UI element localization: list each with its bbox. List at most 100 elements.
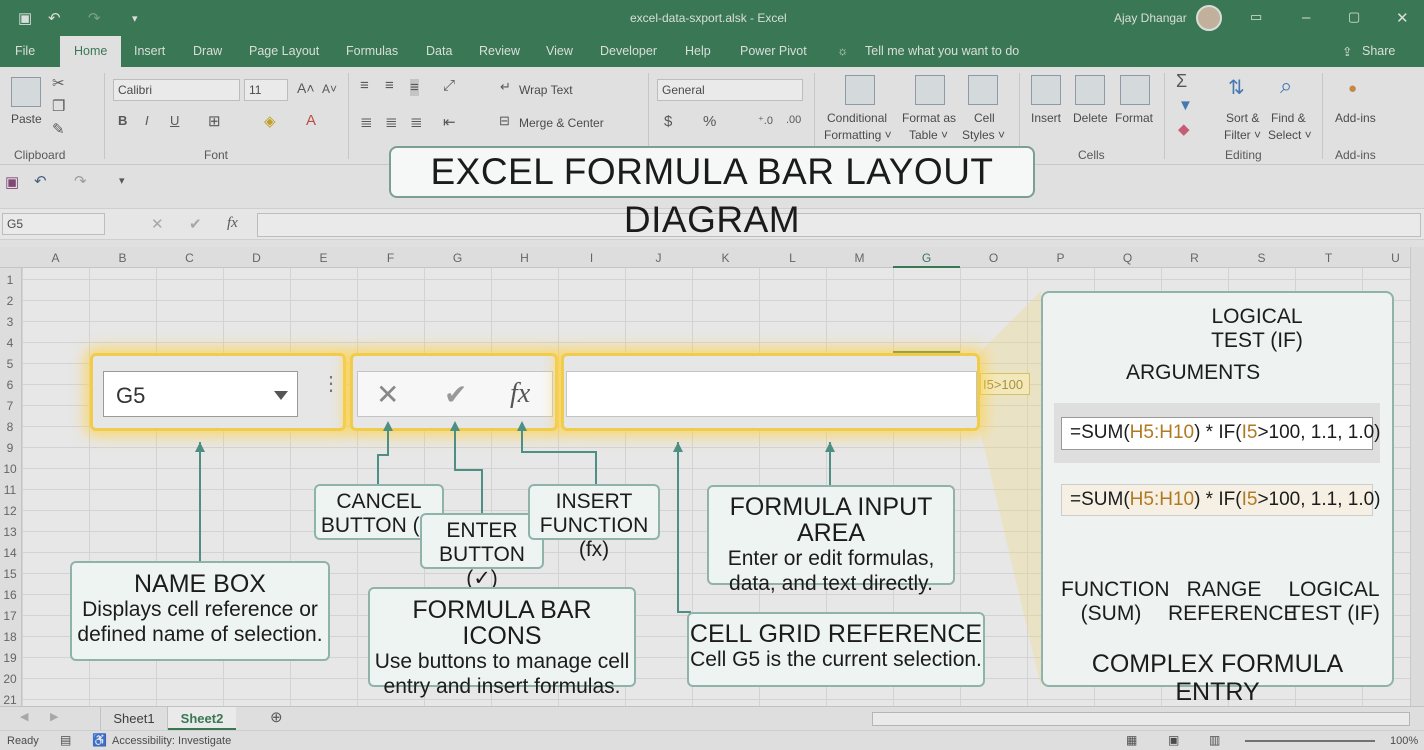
column-header[interactable]: A (22, 251, 89, 265)
save-icon[interactable]: ▣ (18, 9, 32, 27)
copy-icon[interactable]: ❐ (52, 97, 65, 115)
row-header[interactable]: 14 (0, 546, 20, 560)
bold-icon[interactable]: B (118, 113, 127, 128)
percent-icon[interactable]: % (703, 113, 716, 130)
column-header[interactable]: S (1228, 251, 1295, 265)
conditional-formatting-icon[interactable] (845, 75, 875, 105)
tab-file[interactable]: File (15, 44, 35, 58)
indent-icon[interactable]: ⇤ (443, 113, 456, 131)
column-header-selected[interactable]: G (893, 251, 960, 268)
wrap-text-icon[interactable]: ↵ (500, 79, 511, 95)
merge-icon[interactable]: ⊟ (499, 113, 510, 129)
format-as-table-label-2[interactable]: Table ˅ (909, 128, 948, 142)
column-header[interactable]: C (156, 251, 223, 265)
horizontal-scrollbar[interactable] (872, 712, 1410, 726)
tab-page-layout[interactable]: Page Layout (249, 44, 319, 58)
chevron-down-icon[interactable] (274, 391, 288, 400)
column-header[interactable]: T (1295, 251, 1362, 265)
accessibility-icon[interactable]: ♿ (92, 733, 107, 747)
borders-icon[interactable]: ⊞ (208, 112, 221, 130)
decrease-font-icon[interactable]: A˅ (322, 82, 337, 96)
format-as-table-icon[interactable] (915, 75, 945, 105)
cancel-icon-small[interactable]: ✕ (151, 215, 164, 233)
addins-button[interactable]: Add-ins (1335, 111, 1376, 125)
delete-cells-icon[interactable] (1075, 75, 1105, 105)
tab-formulas[interactable]: Formulas (346, 44, 398, 58)
column-header[interactable]: I (558, 251, 625, 265)
column-header[interactable]: M (826, 251, 893, 265)
tab-draw[interactable]: Draw (193, 44, 222, 58)
page-break-view-icon[interactable]: ▥ (1209, 733, 1220, 747)
enter-icon-small[interactable]: ✔ (189, 215, 202, 233)
increase-decimal-icon[interactable]: ⁺.0 (758, 114, 773, 127)
ribbon-display-icon[interactable]: ▭ (1250, 9, 1262, 25)
format-as-table-label[interactable]: Format as (902, 111, 956, 125)
column-header[interactable]: K (692, 251, 759, 265)
save-icon[interactable]: ▣ (5, 173, 19, 191)
formula-input-area[interactable] (566, 371, 977, 417)
align-top-icon[interactable]: ≡ (360, 77, 369, 94)
decrease-decimal-icon[interactable]: .00 (786, 114, 801, 126)
normal-view-icon[interactable]: ▦ (1126, 733, 1137, 747)
row-header[interactable]: 4 (0, 336, 20, 350)
vertical-scrollbar[interactable] (1410, 247, 1424, 706)
formula-input-small[interactable] (257, 213, 1421, 237)
insert-function-icon[interactable]: fx (510, 378, 530, 410)
name-box-small[interactable]: G5 (2, 213, 105, 235)
add-sheet-icon[interactable]: ⊕ (270, 708, 283, 726)
format-painter-icon[interactable]: ✎ (52, 120, 65, 138)
row-header[interactable]: 12 (0, 504, 20, 518)
accessibility-status[interactable]: Accessibility: Investigate (112, 735, 231, 747)
undo-icon[interactable]: ↶ (34, 172, 47, 190)
close-icon[interactable]: ✕ (1396, 9, 1409, 27)
column-header[interactable]: B (89, 251, 156, 265)
sort-filter-label[interactable]: Sort & (1226, 111, 1259, 125)
row-header[interactable]: 2 (0, 294, 20, 308)
sheet-tab-sheet2[interactable]: Sheet2 (168, 707, 236, 730)
column-header[interactable]: E (290, 251, 357, 265)
fill-color-icon[interactable]: ◈ (264, 112, 276, 130)
row-header[interactable]: 5 (0, 357, 20, 371)
find-select-label[interactable]: Find & (1271, 111, 1306, 125)
tab-insert[interactable]: Insert (134, 44, 165, 58)
column-header[interactable]: P (1027, 251, 1094, 265)
column-header[interactable]: Q (1094, 251, 1161, 265)
row-header[interactable]: 3 (0, 315, 20, 329)
redo-icon[interactable]: ↷ (74, 172, 87, 190)
font-size-select[interactable]: 11 (244, 79, 288, 101)
tell-me-search[interactable]: Tell me what you want to do (865, 44, 1019, 58)
row-header[interactable]: 9 (0, 441, 20, 455)
column-header[interactable]: O (960, 251, 1027, 265)
insert-cells-button[interactable]: Insert (1031, 111, 1061, 125)
column-header[interactable]: R (1161, 251, 1228, 265)
find-select-label-2[interactable]: Select ˅ (1268, 128, 1312, 142)
underline-icon[interactable]: U (170, 113, 179, 128)
column-header[interactable]: D (223, 251, 290, 265)
row-header[interactable]: 6 (0, 378, 20, 392)
align-left-icon[interactable]: ≣ (360, 113, 373, 131)
column-header[interactable]: G (424, 251, 491, 265)
column-header[interactable]: J (625, 251, 692, 265)
row-header[interactable]: 8 (0, 420, 20, 434)
tab-power-pivot[interactable]: Power Pivot (740, 44, 807, 58)
number-format-select[interactable]: General (657, 79, 803, 101)
row-header[interactable]: 15 (0, 567, 20, 581)
minimize-icon[interactable]: – (1302, 9, 1310, 26)
prev-sheet-icon[interactable]: ◀ (20, 710, 28, 723)
column-header[interactable]: H (491, 251, 558, 265)
row-header[interactable]: 7 (0, 399, 20, 413)
insert-function-icon-small[interactable]: fx (227, 215, 238, 232)
macro-icon[interactable]: ▤ (60, 733, 71, 747)
row-header[interactable]: 19 (0, 651, 20, 665)
align-right-icon[interactable]: ≣ (410, 113, 423, 131)
customize-qat-icon[interactable]: ▾ (132, 12, 138, 25)
insert-cells-icon[interactable] (1031, 75, 1061, 105)
conditional-formatting-label-2[interactable]: Formatting ˅ (824, 128, 892, 142)
redo-icon[interactable]: ↷ (88, 9, 101, 27)
align-center-icon[interactable]: ≣ (385, 113, 398, 131)
tab-developer[interactable]: Developer (600, 44, 657, 58)
column-header[interactable]: F (357, 251, 424, 265)
paste-button[interactable]: Paste (11, 112, 42, 126)
sheet-tab-sheet1[interactable]: Sheet1 (100, 707, 168, 730)
fill-icon[interactable]: ▼ (1178, 97, 1193, 114)
